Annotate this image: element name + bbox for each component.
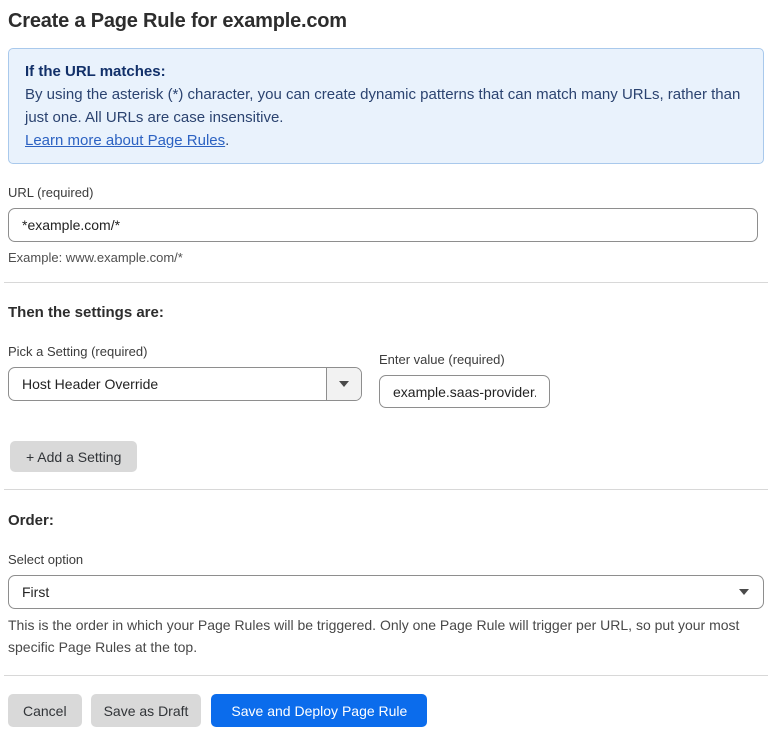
url-field-label: URL (required) — [8, 185, 94, 200]
setting-select-value: Host Header Override — [22, 376, 159, 392]
settings-row: Pick a Setting (required) Host Header Ov… — [8, 344, 764, 408]
page-title: Create a Page Rule for example.com — [8, 10, 347, 32]
order-section-heading: Order: — [8, 512, 54, 529]
setting-value-label: Enter value (required) — [379, 352, 505, 367]
setting-select[interactable]: Host Header Override — [8, 367, 362, 401]
url-match-info-box: If the URL matches: By using the asteris… — [8, 48, 764, 164]
link-suffix: . — [225, 132, 230, 149]
order-section: Order: Select option First This is the o… — [8, 512, 764, 658]
setting-picker-label: Pick a Setting (required) — [8, 344, 148, 359]
setting-value-input[interactable] — [379, 375, 550, 408]
caret-down-icon — [339, 381, 349, 387]
learn-more-link[interactable]: Learn more about Page Rules — [25, 132, 225, 149]
url-input[interactable] — [8, 208, 758, 242]
setting-picker-column: Pick a Setting (required) Host Header Ov… — [8, 344, 362, 408]
order-help-text: This is the order in which your Page Rul… — [8, 617, 740, 655]
settings-section-heading: Then the settings are: — [8, 304, 164, 321]
order-select-label: Select option — [8, 552, 84, 567]
divider — [4, 675, 768, 676]
info-box-body: By using the asterisk (*) character, you… — [25, 86, 741, 126]
info-box-link-line: Learn more about Page Rules. — [25, 129, 747, 152]
order-select-value: First — [22, 584, 50, 600]
order-select[interactable]: First — [8, 575, 764, 609]
info-box-heading: If the URL matches: — [25, 63, 166, 80]
order-select-arrow — [739, 589, 763, 595]
caret-down-icon — [739, 589, 749, 595]
url-example-text: Example: www.example.com/* — [8, 250, 183, 265]
add-setting-button[interactable]: + Add a Setting — [10, 441, 138, 472]
setting-select-arrow-box — [326, 368, 361, 400]
divider — [4, 489, 768, 490]
setting-value-column: Enter value (required) — [379, 352, 550, 408]
create-page-rule-form: Create a Page Rule for example.com If th… — [0, 0, 772, 735]
divider — [4, 282, 768, 283]
